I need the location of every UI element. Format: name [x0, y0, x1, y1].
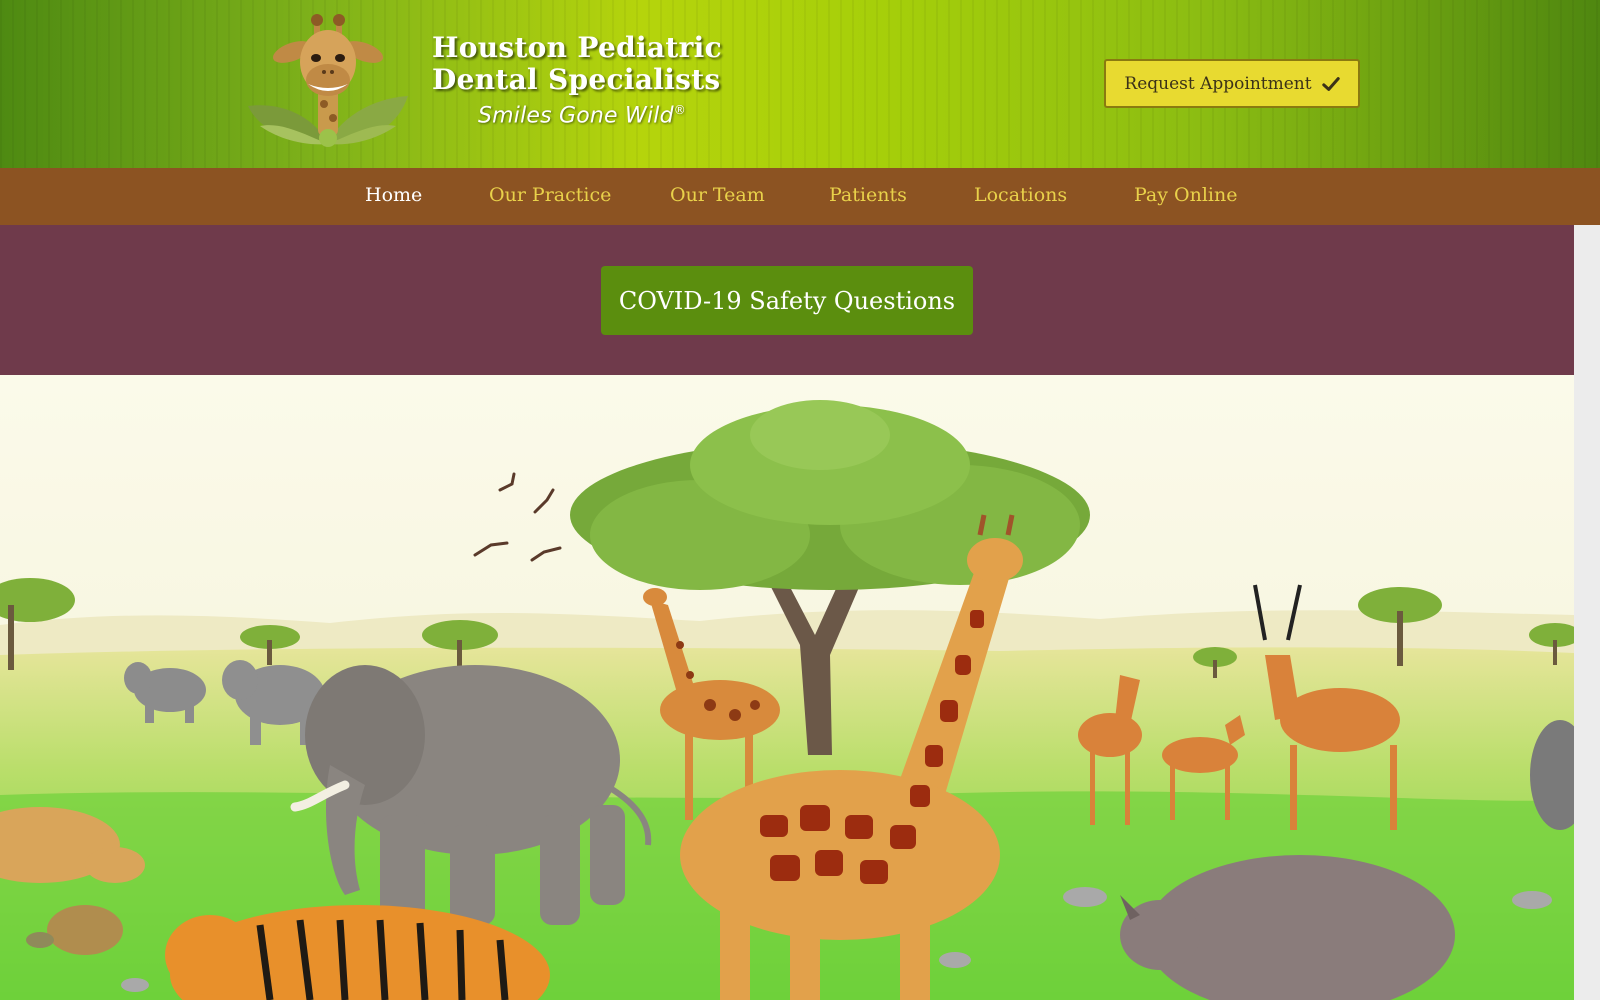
brand-tagline: Smiles Gone Wild®	[478, 103, 686, 128]
nav-item-patients[interactable]: Patients	[829, 184, 907, 206]
nav-item-our-team[interactable]: Our Team	[670, 184, 765, 206]
site-logo-link[interactable]: Houston Pediatric Dental Specialists Smi…	[240, 14, 722, 154]
main-nav: Home Our Practice Our Team Patients Loca…	[0, 168, 1600, 225]
hero-banner	[0, 375, 1574, 1000]
covid-safety-button[interactable]: COVID-19 Safety Questions	[601, 266, 973, 335]
request-appointment-button[interactable]: Request Appointment	[1104, 59, 1360, 108]
nav-item-locations[interactable]: Locations	[974, 184, 1067, 206]
registered-mark: ®	[673, 103, 686, 117]
nav-item-pay-online[interactable]: Pay Online	[1134, 184, 1237, 206]
brand-name-line1: Houston Pediatric	[432, 31, 722, 64]
site-header: Houston Pediatric Dental Specialists Smi…	[0, 0, 1600, 168]
page-scrollbar[interactable]	[1574, 225, 1600, 1000]
nav-item-home[interactable]: Home	[365, 184, 422, 206]
brand-tagline-text: Smiles Gone Wild	[478, 103, 674, 129]
notice-band: COVID-19 Safety Questions	[0, 225, 1574, 375]
brand-name-line2: Dental Specialists	[432, 63, 721, 96]
main-nav-list: Home Our Practice Our Team Patients Loca…	[0, 168, 1600, 225]
request-appointment-label: Request Appointment	[1124, 73, 1312, 94]
nav-item-our-practice[interactable]: Our Practice	[489, 184, 611, 206]
savanna-illustration	[0, 375, 1574, 1000]
checkmark-icon	[1321, 76, 1340, 91]
giraffe-logo-icon	[248, 14, 408, 147]
